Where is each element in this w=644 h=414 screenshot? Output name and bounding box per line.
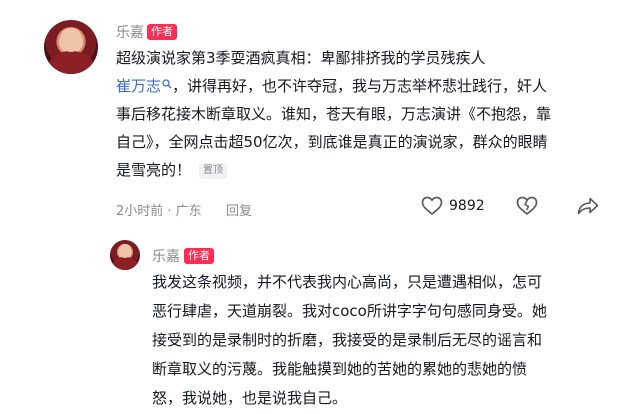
share-button[interactable] (577, 197, 599, 215)
like-count: 9892 (449, 198, 485, 214)
comment-text-line-3: 事后移花接木断章取义。谁知，苍天有眼，万志演讲《不抱怨，靠 (116, 105, 552, 123)
reply-text-line-5: 怒，我说她，也是说我自己。 (152, 389, 348, 407)
comment-text-line-1: 超级演说家第3季耍酒疯真相：卑鄙排挤我的学员残疾人 (116, 49, 486, 67)
comment-author-name[interactable]: 乐嘉 (116, 22, 144, 42)
author-avatar[interactable] (44, 20, 98, 74)
comment-text-line-4: 自己》，全网点击超50亿次，到底谁是真正的演说家，群众的眼睛 (116, 133, 548, 151)
reply-author-badge: 作者 (184, 248, 214, 264)
reply-text-line-3: 接受到的是录制时的折磨，我接受的是录制后无尽的谣言和 (152, 331, 543, 349)
reply-text-line-4: 断章取义的污蔑。我能触摸到她的苦她的累她的悲她的愤 (152, 360, 528, 378)
heart-icon (421, 196, 443, 215)
comment-time-location: 2小时前 · 广东 (116, 204, 202, 219)
dislike-button[interactable] (516, 196, 538, 216)
comment-text-line-2: 崔万志 ，讲得再好，也不许夺冠，我与万志举杯悲壮践行，奸人 (116, 77, 548, 95)
pinned-badge: 置顶 (199, 163, 228, 179)
like-button[interactable]: 9892 (421, 196, 485, 216)
author-badge: 作者 (147, 24, 177, 40)
reply-text-line-2: 恶行肆虐，天道崩裂。我对coco所讲字字句句感同身受。她 (152, 302, 547, 320)
reply-author-avatar[interactable] (110, 240, 140, 270)
reply-button[interactable]: 回复 (226, 200, 252, 219)
reply-text-line-1: 我发这条视频，并不代表我内心高尚，只是遭遇相似，怎可 (152, 273, 543, 291)
search-icon (162, 79, 172, 89)
mention-link[interactable]: 崔万志 (116, 77, 172, 95)
share-arrow-icon (577, 197, 599, 215)
comment-text-line-5: 是雪亮的！ 置顶 (116, 156, 228, 184)
broken-heart-icon (516, 196, 538, 215)
reply-author-name[interactable]: 乐嘉 (152, 246, 180, 266)
